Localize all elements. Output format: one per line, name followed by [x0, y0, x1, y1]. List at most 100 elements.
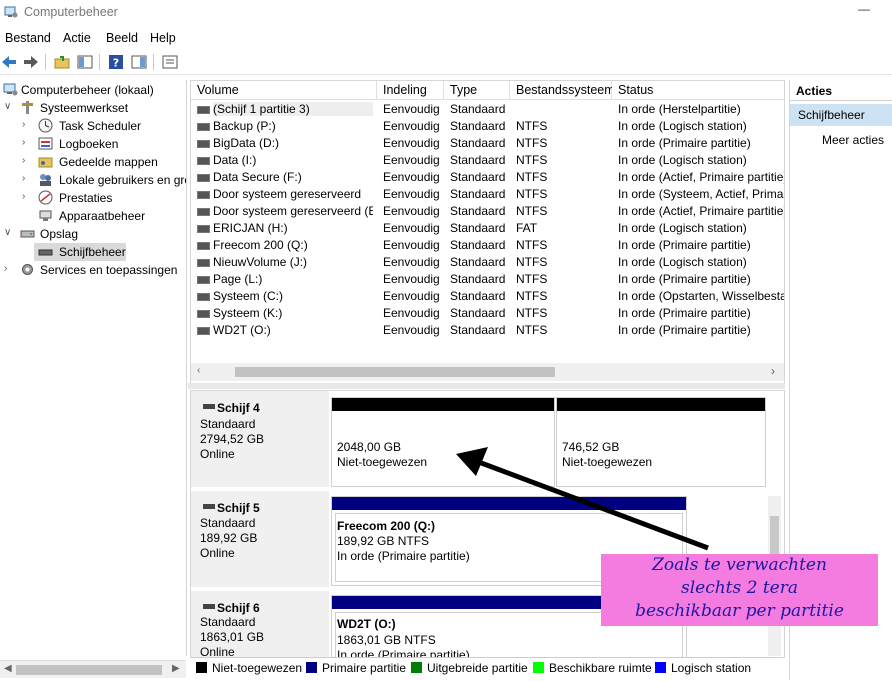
partition-unallocated-1[interactable]: 2048,00 GB Niet-toegewezen — [331, 397, 555, 487]
partition-unallocated-2[interactable]: 746,52 GB Niet-toegewezen — [556, 397, 766, 487]
volume-icon — [197, 259, 210, 267]
column-header-bestandssysteem[interactable]: Bestandssysteem — [510, 81, 615, 100]
volume-horizontal-scrollbar[interactable]: ‹ › — [191, 363, 784, 381]
tree-item-logboeken[interactable]: › Logboeken — [0, 135, 186, 153]
column-header-status[interactable]: Status — [612, 81, 784, 100]
tree-item-services[interactable]: › Services en toepassingen — [0, 261, 186, 279]
menu-beeld[interactable]: Beeld — [106, 31, 138, 45]
table-row[interactable]: Data Secure (F:) Eenvoudig Standaard NTFS In… — [191, 169, 784, 186]
chevron-down-icon[interactable]: ∨ — [4, 227, 14, 238]
table-row[interactable]: Door systeem gereserveerd Eenvoudig Standa… — [191, 186, 784, 203]
column-header-type[interactable]: Type — [444, 81, 510, 100]
column-header-volume[interactable]: Volume — [191, 81, 377, 100]
table-row[interactable]: Door systeem gereserveerd (E:) Eenvoudig S… — [191, 203, 784, 220]
legend-swatch — [655, 662, 666, 673]
chevron-right-icon[interactable]: › — [22, 191, 32, 202]
menu-help[interactable]: Help — [150, 31, 176, 45]
cell-fs: NTFS — [516, 272, 548, 286]
cell-volume: Page (L:) — [213, 272, 263, 286]
cell-type: Standaard — [450, 238, 506, 252]
scroll-right-icon[interactable]: › — [771, 364, 775, 378]
cell-status: In orde (Logisch station) — [618, 255, 747, 269]
menu-actie[interactable]: Actie — [63, 31, 91, 45]
tree-item-opslag[interactable]: ∨ Opslag — [0, 225, 186, 243]
performance-icon — [38, 190, 53, 205]
tree-item-lokale-gebruikers[interactable]: › Lokale gebruikers en gro — [0, 171, 186, 189]
table-row[interactable]: (Schijf 1 partitie 3) Eenvoudig Standaard I… — [191, 101, 784, 118]
tree-item-computerbeheer[interactable]: Computerbeheer (lokaal) — [0, 81, 186, 99]
chevron-right-icon[interactable]: › — [4, 263, 14, 274]
users-icon — [40, 174, 51, 186]
table-row[interactable]: Systeem (C:) Eenvoudig Standaard NTFS In ord… — [191, 288, 784, 305]
actions-section-schijfbeheer[interactable]: Schijfbeheer — [790, 104, 892, 126]
cell-status: In orde (Logisch station) — [618, 221, 747, 235]
table-row[interactable]: Page (L:) Eenvoudig Standaard NTFS In orde (… — [191, 271, 784, 288]
forward-icon[interactable] — [22, 53, 40, 71]
show-hide-tree-icon[interactable] — [76, 53, 94, 71]
properties-icon[interactable] — [161, 53, 179, 71]
cell-status: In orde (Logisch station) — [618, 119, 747, 133]
table-row[interactable]: NieuwVolume (J:) Eenvoudig Standaard NTFS In… — [191, 254, 784, 271]
volume-icon — [197, 310, 210, 318]
pane-splitter[interactable] — [188, 383, 785, 389]
cell-volume: Systeem (K:) — [213, 306, 283, 320]
tree-item-prestaties[interactable]: › Prestaties — [0, 189, 186, 207]
scrollbar-thumb[interactable] — [235, 367, 555, 377]
toolbar: ? — [0, 50, 892, 75]
chevron-right-icon[interactable]: › — [22, 155, 32, 166]
table-row[interactable]: Systeem (K:) Eenvoudig Standaard NTFS In ord… — [191, 305, 784, 322]
up-folder-icon[interactable] — [53, 53, 71, 71]
scroll-left-icon[interactable]: ‹ — [197, 365, 200, 376]
volume-icon — [197, 157, 210, 165]
more-actions-link[interactable]: Meer acties — [822, 133, 884, 147]
table-row[interactable]: ERICJAN (H:) Eenvoudig Standaard FAT In orde… — [191, 220, 784, 237]
cell-type: Standaard — [450, 136, 506, 150]
table-row[interactable]: Data (I:) Eenvoudig Standaard NTFS In orde (… — [191, 152, 784, 169]
disk-icon — [203, 404, 215, 409]
table-row[interactable]: WD2T (O:) Eenvoudig Standaard NTFS In orde (… — [191, 322, 784, 339]
tree-item-systeemwerkset[interactable]: ∨ Systeemwerkset — [0, 99, 186, 117]
tools-icon — [22, 101, 33, 114]
cell-indeling: Eenvoudig — [383, 289, 440, 303]
chevron-down-icon[interactable]: ∨ — [4, 101, 14, 112]
cell-indeling: Eenvoudig — [383, 238, 440, 252]
disk-label-schijf-4[interactable]: Schijf 4 Standaard 2794,52 GB Online — [191, 391, 329, 489]
tree-horizontal-scrollbar[interactable]: ◀ ▶ — [0, 660, 186, 678]
cell-type: Standaard — [450, 119, 506, 133]
table-row[interactable]: Freecom 200 (Q:) Eenvoudig Standaard NTFS In… — [191, 237, 784, 254]
disk-label-schijf-6[interactable]: Schijf 6 Standaard 1863,01 GB Online — [191, 591, 329, 657]
cell-volume: ERICJAN (H:) — [213, 221, 288, 235]
annotation-callout: Zoals te verwachten slechts 2 tera besch… — [601, 554, 878, 626]
volume-list: Volume Indeling Type Bestandssysteem Sta… — [190, 80, 785, 384]
tree-item-task-scheduler[interactable]: › Task Scheduler — [0, 117, 186, 135]
help-icon[interactable]: ? — [107, 53, 125, 71]
action-pane-icon[interactable] — [130, 53, 148, 71]
cell-volume: Door systeem gereserveerd — [213, 187, 362, 201]
tree-item-apparaatbeheer[interactable]: Apparaatbeheer — [0, 207, 186, 225]
table-row[interactable]: BigData (D:) Eenvoudig Standaard NTFS In ord… — [191, 135, 784, 152]
cell-status: In orde (Herstelpartitie) — [618, 102, 741, 116]
cell-type: Standaard — [450, 153, 506, 167]
scrollbar-thumb[interactable] — [16, 665, 162, 675]
chevron-right-icon[interactable]: › — [22, 119, 32, 130]
menu-bestand[interactable]: Bestand — [5, 31, 51, 45]
cell-indeling: Eenvoudig — [383, 187, 440, 201]
cell-type: Standaard — [450, 102, 506, 116]
column-header-indeling[interactable]: Indeling — [377, 81, 444, 100]
cell-indeling: Eenvoudig — [383, 255, 440, 269]
tree-item-gedeelde-mappen[interactable]: › Gedeelde mappen — [0, 153, 186, 171]
scroll-right-icon[interactable]: ▶ — [172, 663, 180, 674]
services-icon — [22, 264, 33, 275]
table-row[interactable]: Backup (P:) Eenvoudig Standaard NTFS In orde… — [191, 118, 784, 135]
back-icon[interactable] — [0, 53, 18, 71]
chevron-right-icon[interactable]: › — [22, 173, 32, 184]
tree-item-schijfbeheer[interactable]: Schijfbeheer — [34, 243, 126, 261]
disk-label-schijf-5[interactable]: Schijf 5 Standaard 189,92 GB Online — [191, 491, 329, 589]
minimize-icon[interactable]: — — [858, 2, 870, 16]
scroll-left-icon[interactable]: ◀ — [4, 663, 12, 674]
actions-header: Acties — [790, 80, 892, 101]
volume-icon — [197, 174, 210, 182]
chevron-right-icon[interactable]: › — [22, 137, 32, 148]
cell-indeling: Eenvoudig — [383, 170, 440, 184]
cell-fs: FAT — [516, 221, 538, 235]
